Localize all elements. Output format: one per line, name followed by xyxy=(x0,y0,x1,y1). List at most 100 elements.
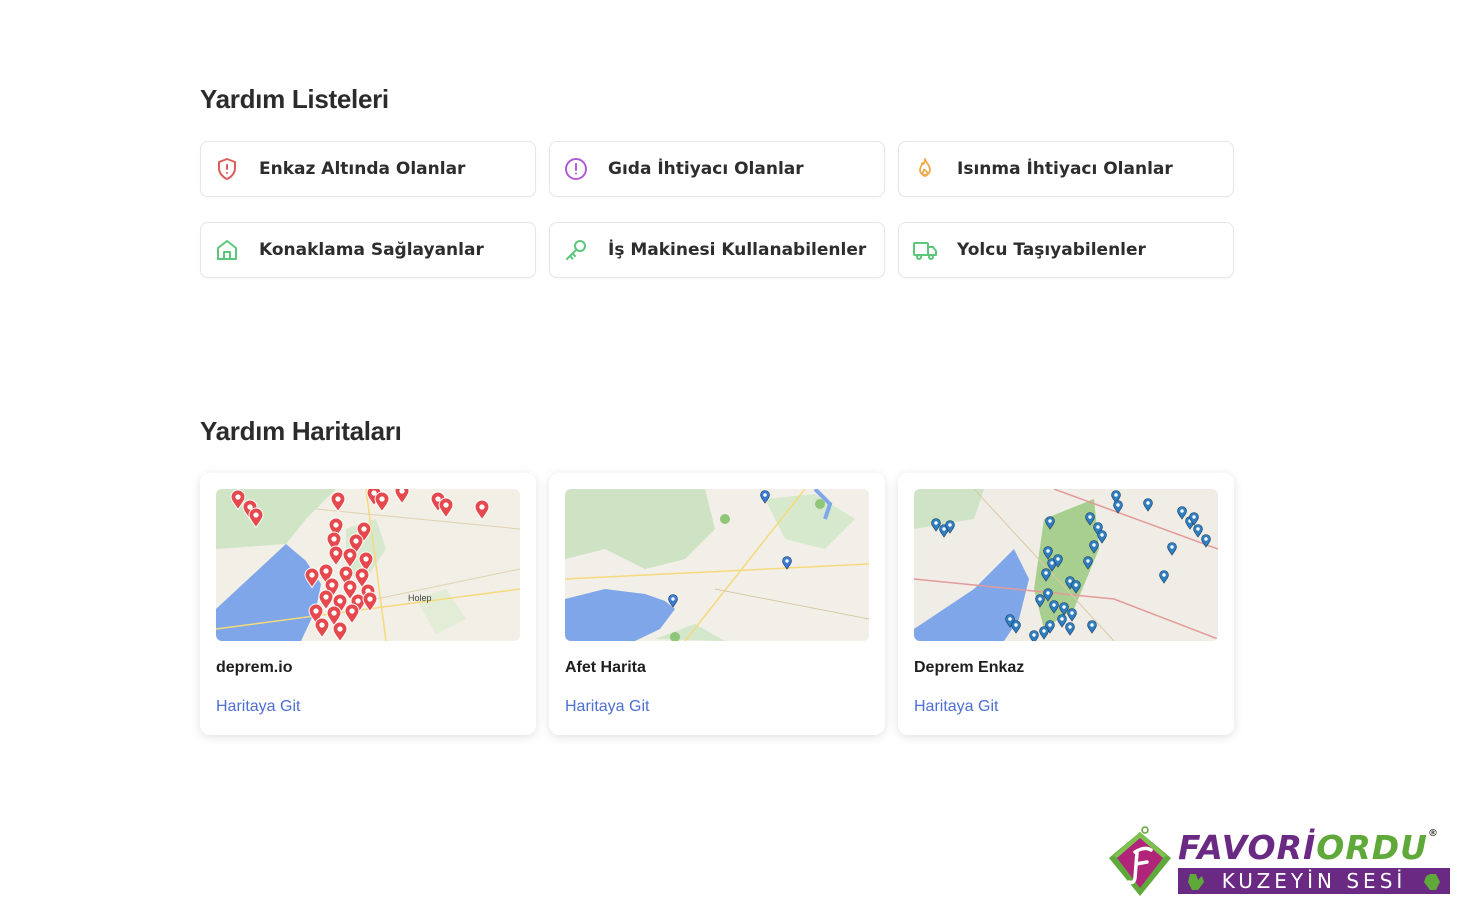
map-pin-dot xyxy=(363,556,369,562)
map-pin-dot xyxy=(948,523,952,527)
map-pin-dot xyxy=(1180,509,1184,513)
map-pin-dot xyxy=(253,512,259,518)
map-thumbnail xyxy=(914,489,1218,641)
lists-section-title: Yardım Listeleri xyxy=(200,84,389,114)
map-pin-dot xyxy=(361,526,367,532)
list-card-label: Gıda İhtiyacı Olanlar xyxy=(608,159,804,179)
map-pin-dot xyxy=(355,598,361,604)
truck-icon xyxy=(912,237,938,263)
map-pin-dot xyxy=(1192,515,1196,519)
map-pin-dot xyxy=(1008,617,1012,621)
map-pin-dot xyxy=(1014,623,1018,627)
map-pin-dot xyxy=(1092,543,1096,547)
map-pin-dot xyxy=(1070,611,1074,615)
map-card-link[interactable]: Haritaya Git xyxy=(565,698,649,716)
map-card-title: Deprem Enkaz xyxy=(914,659,1025,676)
list-card-label: Enkaz Altında Olanlar xyxy=(259,159,466,179)
map-pin-dot xyxy=(323,568,329,574)
map-pin-dot xyxy=(335,496,341,502)
map-pin-dot xyxy=(353,538,359,544)
map-pin-dot xyxy=(1032,633,1036,637)
map-pin-dot xyxy=(331,536,337,542)
map-pin-dot xyxy=(309,572,315,578)
map-pin-dot xyxy=(1056,557,1060,561)
maps-section-title: Yardım Haritaları xyxy=(200,416,402,446)
map-pin-dot xyxy=(1062,605,1066,609)
logo-name-part2: ORDU xyxy=(1316,828,1428,867)
map-pin-dot xyxy=(785,559,789,563)
map-pin-dot xyxy=(1044,571,1048,575)
map-pin-dot xyxy=(1042,629,1046,633)
map-pin-dot xyxy=(1114,493,1118,497)
map-pin-dot xyxy=(1046,591,1050,595)
map-pin-dot xyxy=(1046,549,1050,553)
map-pin-dot xyxy=(1038,597,1042,601)
map-thumbnail xyxy=(565,489,869,641)
map-pin-dot xyxy=(329,582,335,588)
map-pin-dot xyxy=(1146,501,1150,505)
map-pin-dot xyxy=(323,594,329,600)
map-card-title: deprem.io xyxy=(216,659,293,676)
map-pin-dot xyxy=(1170,545,1174,549)
map-pin-dot xyxy=(359,572,365,578)
map-pin-dot xyxy=(1050,561,1054,565)
list-card-label: Isınma İhtiyacı Olanlar xyxy=(957,159,1173,179)
map-pin-dot xyxy=(671,597,675,601)
map-card-afet-harita[interactable]: Afet Harita Haritaya Git xyxy=(549,473,885,735)
logo-tagline-bar: KUZEYİN SESİ xyxy=(1178,868,1450,894)
list-card-konaklama[interactable]: Konaklama Sağlayanlar xyxy=(200,222,536,278)
map-pin-dot xyxy=(333,522,339,528)
home-icon xyxy=(214,237,240,263)
flame-icon xyxy=(912,156,938,182)
map-pin-dot xyxy=(934,521,938,525)
list-card-enkaz[interactable]: Enkaz Altında Olanlar xyxy=(200,141,536,197)
map-pin-dot xyxy=(1074,583,1078,587)
map-pin-dot xyxy=(443,502,449,508)
map-pin-dot xyxy=(319,622,325,628)
map-pin-dot xyxy=(1100,533,1104,537)
map-pin-dot xyxy=(1204,537,1208,541)
logo-tagline: KUZEYİN SESİ xyxy=(1221,869,1407,893)
map-pin-dot xyxy=(1090,623,1094,627)
map-pin-dot xyxy=(349,608,355,614)
map-pin-dot xyxy=(763,493,767,497)
list-card-is-makinesi[interactable]: İş Makinesi Kullanabilenler xyxy=(549,222,885,278)
map-pin-dot xyxy=(331,610,337,616)
map-card-link[interactable]: Haritaya Git xyxy=(216,698,300,716)
map-pin-dot xyxy=(379,496,385,502)
map-pin-dot xyxy=(479,504,485,510)
map-pin-dot xyxy=(367,596,373,602)
map-card-deprem-io[interactable]: Holep deprem.io Haritaya Git xyxy=(200,473,536,735)
map-pin-dot xyxy=(1088,515,1092,519)
alert-circle-icon xyxy=(563,156,589,182)
logo-emblem-icon xyxy=(1109,826,1171,896)
map-card-deprem-enkaz[interactable]: Deprem Enkaz Haritaya Git xyxy=(898,473,1234,735)
list-card-label: İş Makinesi Kullanabilenler xyxy=(608,240,867,260)
logo-name-part1: FAVORİ xyxy=(1178,828,1317,867)
map-pin-dot xyxy=(1068,625,1072,629)
shield-alert-icon xyxy=(214,156,240,182)
map-pin-dot xyxy=(1096,525,1100,529)
map-pin-dot xyxy=(337,598,343,604)
map-pin-dot xyxy=(1116,503,1120,507)
map-thumbnail: Holep xyxy=(216,489,520,641)
map-pin-dot xyxy=(1086,559,1090,563)
map-card-link[interactable]: Haritaya Git xyxy=(914,698,998,716)
map-pin-dot xyxy=(1060,617,1064,621)
map-pin-dot xyxy=(347,584,353,590)
map-label-holep: Holep xyxy=(408,593,432,603)
map-pin-dot xyxy=(1196,527,1200,531)
list-card-yolcu[interactable]: Yolcu Taşıyabilenler xyxy=(898,222,1234,278)
list-card-isinma[interactable]: Isınma İhtiyacı Olanlar xyxy=(898,141,1234,197)
list-card-gida[interactable]: Gıda İhtiyacı Olanlar xyxy=(549,141,885,197)
map-pin-dot xyxy=(313,608,319,614)
map-pin-dot xyxy=(1052,603,1056,607)
key-icon xyxy=(563,237,589,263)
map-pin-dot xyxy=(235,494,241,500)
map-pin-dot xyxy=(942,527,946,531)
map-pin-dot xyxy=(1048,623,1052,627)
favoriordu-logo: FAVORİORDU® KUZEYİN SESİ xyxy=(1105,826,1463,900)
map-pin-dot xyxy=(1162,573,1166,577)
map-pin-dot xyxy=(1068,579,1072,583)
map-pin-dot xyxy=(337,626,343,632)
